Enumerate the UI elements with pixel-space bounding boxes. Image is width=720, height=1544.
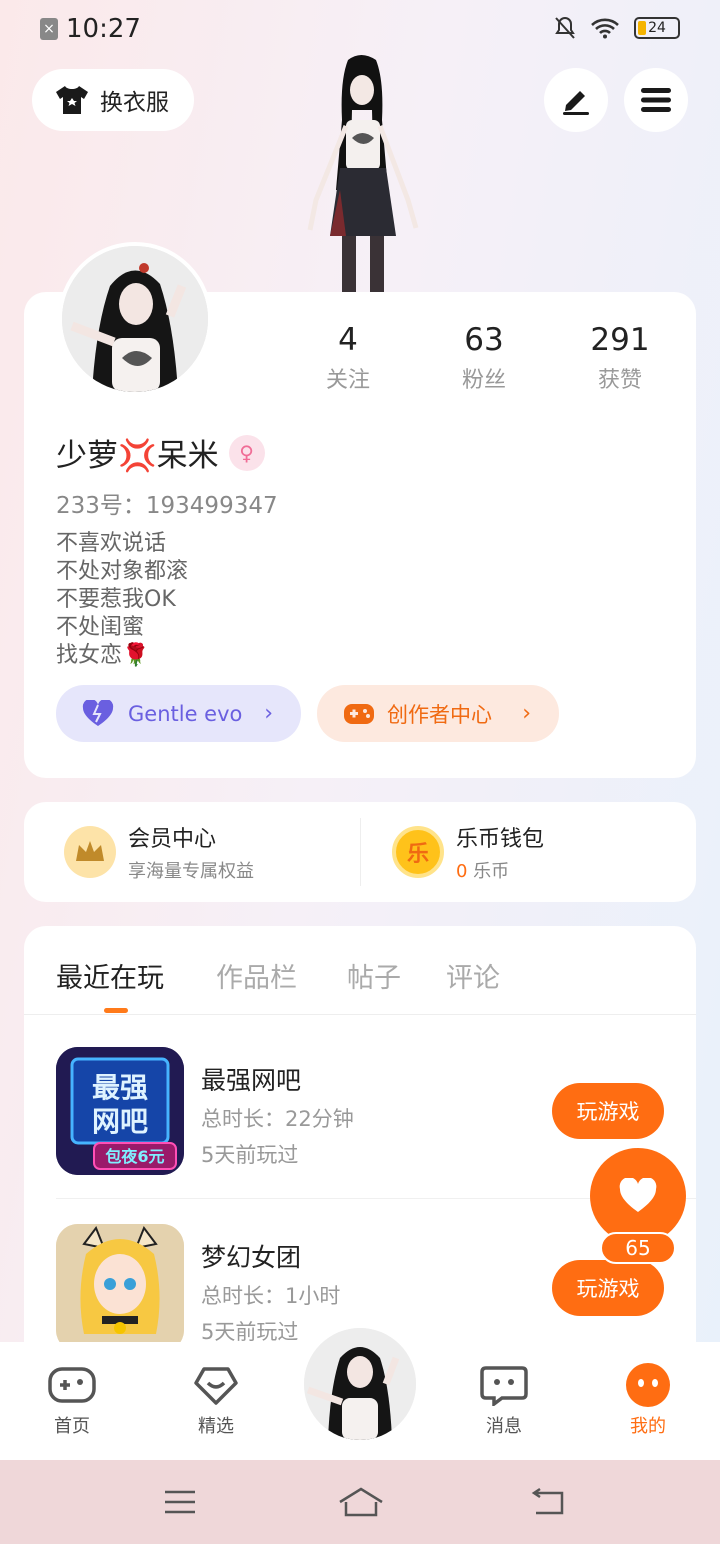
edit-profile-button[interactable]: [544, 68, 608, 132]
gentle-evo-label: Gentle evo: [128, 701, 243, 726]
active-tab-indicator: [104, 1008, 128, 1013]
no-sim-icon: ×: [40, 18, 58, 40]
bio-line: 不要惹我OK: [56, 587, 176, 612]
featured-icon: [194, 1367, 238, 1405]
message-icon: [480, 1366, 528, 1406]
creator-center-label: 创作者中心: [387, 702, 492, 727]
shirt-icon: [56, 86, 88, 114]
divider: [24, 1014, 696, 1015]
vip-subtitle: 享海量专属权益: [128, 861, 254, 882]
avatar-image: [304, 1328, 416, 1440]
stat-fans[interactable]: 63 粉丝: [424, 322, 544, 394]
back-icon: [531, 1487, 564, 1515]
likes-label: 获赞: [597, 368, 642, 393]
nav-home-label: 首页: [54, 1416, 90, 1437]
play-game-button[interactable]: 玩游戏: [552, 1260, 664, 1316]
user-name: 少萝💢呆米: [56, 438, 219, 474]
change-outfit-label: 换衣服: [100, 90, 169, 116]
battery-level: 24: [648, 20, 666, 36]
recent-apps-button[interactable]: [162, 1484, 198, 1520]
tab-recently-played[interactable]: 最近在玩: [56, 956, 164, 995]
chevron-right-icon: ›: [522, 701, 531, 726]
coin-wallet-title: 乐币钱包: [456, 827, 545, 852]
gentle-evo-button[interactable]: Gentle evo ›: [56, 685, 301, 742]
bio-line: 不处对象都滚: [56, 559, 189, 584]
avatar-image: [62, 246, 208, 392]
bio-line: 找女恋🌹: [56, 643, 150, 668]
vip-center-entry[interactable]: 会员中心 享海量专属权益: [64, 802, 254, 902]
play-game-button[interactable]: 玩游戏: [552, 1083, 664, 1139]
fans-count: 63: [464, 322, 504, 358]
game-icon[interactable]: 最强 网吧 包夜6元: [56, 1047, 184, 1175]
heart-icon: [82, 699, 114, 726]
coin-amount: 0: [456, 861, 468, 882]
tab-works[interactable]: 作品栏: [216, 956, 297, 995]
profile-face-icon: [626, 1363, 670, 1407]
membership-wallet-card: 会员中心 享海量专属权益 乐 乐币钱包 0 乐币: [24, 802, 696, 902]
menu-icon: [641, 88, 671, 112]
vip-title: 会员中心: [128, 827, 217, 852]
battery-icon: 24: [634, 17, 680, 39]
nav-featured[interactable]: 精选: [168, 1362, 264, 1438]
wifi-icon: [591, 18, 619, 39]
bio-line: 不处闺蜜: [56, 615, 145, 640]
change-outfit-button[interactable]: 换衣服: [32, 69, 194, 131]
game-icon-badge: 包夜6元: [105, 1147, 164, 1166]
game-duration: 总时长：22分钟: [201, 1107, 354, 1131]
avatar[interactable]: [58, 242, 212, 396]
bio-line: 不喜欢说话: [56, 531, 167, 556]
status-time: 10:27: [66, 14, 141, 44]
center-avatar-button[interactable]: [304, 1328, 416, 1440]
home-button[interactable]: [338, 1484, 384, 1520]
game-icon-text: 网吧: [92, 1105, 148, 1138]
status-icons: 24: [554, 16, 680, 40]
menu-button[interactable]: [624, 68, 688, 132]
stat-likes[interactable]: 291 获赞: [560, 322, 680, 394]
nav-messages[interactable]: 消息: [456, 1362, 552, 1438]
user-name-row: 少萝💢呆米 ♀: [56, 430, 265, 475]
home-icon: [339, 1487, 383, 1517]
like-button[interactable]: [590, 1148, 686, 1244]
nav-me-label: 我的: [630, 1416, 666, 1437]
nav-messages-label: 消息: [486, 1416, 522, 1437]
divider: [360, 818, 361, 886]
bio: 不喜欢说话 不处对象都滚 不要惹我OK 不处闺蜜 找女恋🌹: [56, 530, 188, 670]
game-name: 梦幻女团: [201, 1243, 302, 1272]
game-icon[interactable]: [56, 1224, 184, 1342]
tab-posts[interactable]: 帖子: [347, 956, 401, 995]
nav-home[interactable]: 首页: [24, 1362, 120, 1438]
bell-off-icon: [555, 16, 575, 39]
game-icon-text: 最强: [92, 1071, 148, 1104]
following-count: 4: [338, 322, 358, 358]
creator-center-button[interactable]: 创作者中心 ›: [317, 685, 559, 742]
gamepad-icon: [48, 1367, 96, 1403]
nav-featured-label: 精选: [198, 1416, 234, 1437]
back-button[interactable]: [530, 1484, 566, 1520]
coin-icon: 乐: [392, 826, 444, 878]
coin-unit: 乐币: [467, 861, 510, 882]
like-count: 65: [600, 1232, 676, 1264]
stat-following[interactable]: 4 关注: [288, 322, 408, 394]
nav-me[interactable]: 我的: [600, 1362, 696, 1438]
game-duration: 总时长：1小时: [201, 1284, 341, 1308]
game-last-played: 5天前玩过: [201, 1320, 299, 1342]
crown-icon: [64, 826, 116, 878]
heart-icon: [619, 1178, 657, 1212]
tab-comments[interactable]: 评论: [446, 956, 500, 995]
user-id[interactable]: 233号：193499347: [56, 486, 278, 520]
likes-count: 291: [590, 322, 650, 358]
gamepad-icon: [344, 703, 374, 724]
pen-icon: [563, 91, 589, 115]
female-icon: ♀: [228, 434, 265, 471]
menu-icon: [165, 1490, 195, 1514]
game-name: 最强网吧: [201, 1066, 302, 1095]
coin-wallet-entry[interactable]: 乐 乐币钱包 0 乐币: [392, 802, 544, 902]
3d-avatar-figure[interactable]: [296, 50, 426, 294]
coin-balance: 0 乐币: [456, 857, 544, 883]
following-label: 关注: [325, 368, 370, 393]
fans-label: 粉丝: [461, 368, 506, 393]
game-last-played: 5天前玩过: [201, 1143, 299, 1167]
chevron-right-icon: ›: [264, 701, 273, 726]
list-item[interactable]: 最强 网吧 包夜6元 最强网吧 总时长：22分钟 5天前玩过 玩游戏: [56, 1047, 668, 1177]
